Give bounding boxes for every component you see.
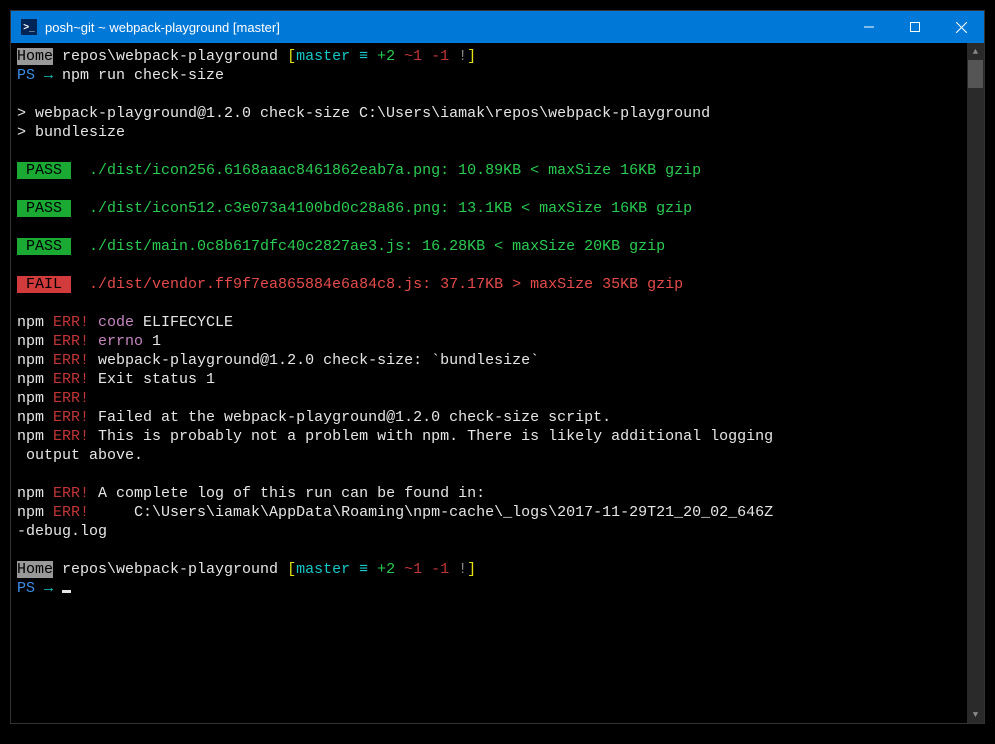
terminal-output[interactable]: Home repos\webpack-playground [master ≡ … bbox=[11, 43, 967, 723]
powershell-icon: >_ bbox=[21, 19, 37, 35]
scrollbar[interactable]: ▲ ▼ bbox=[967, 43, 984, 723]
cursor bbox=[62, 590, 71, 593]
window-title: posh~git ~ webpack-playground [master] bbox=[45, 20, 280, 35]
close-button[interactable] bbox=[938, 11, 984, 43]
window-controls bbox=[846, 11, 984, 43]
scroll-thumb[interactable] bbox=[968, 60, 983, 88]
pass-badge: PASS bbox=[17, 238, 71, 255]
scroll-down-icon[interactable]: ▼ bbox=[967, 706, 984, 723]
home-badge: Home bbox=[17, 561, 53, 578]
home-badge: Home bbox=[17, 48, 53, 65]
pass-badge: PASS bbox=[17, 162, 71, 179]
maximize-button[interactable] bbox=[892, 11, 938, 43]
minimize-button[interactable] bbox=[846, 11, 892, 43]
fail-badge: FAIL bbox=[17, 276, 71, 293]
titlebar[interactable]: >_ posh~git ~ webpack-playground [master… bbox=[11, 11, 984, 43]
scroll-up-icon[interactable]: ▲ bbox=[967, 43, 984, 60]
pass-badge: PASS bbox=[17, 200, 71, 217]
terminal-window: >_ posh~git ~ webpack-playground [master… bbox=[10, 10, 985, 724]
